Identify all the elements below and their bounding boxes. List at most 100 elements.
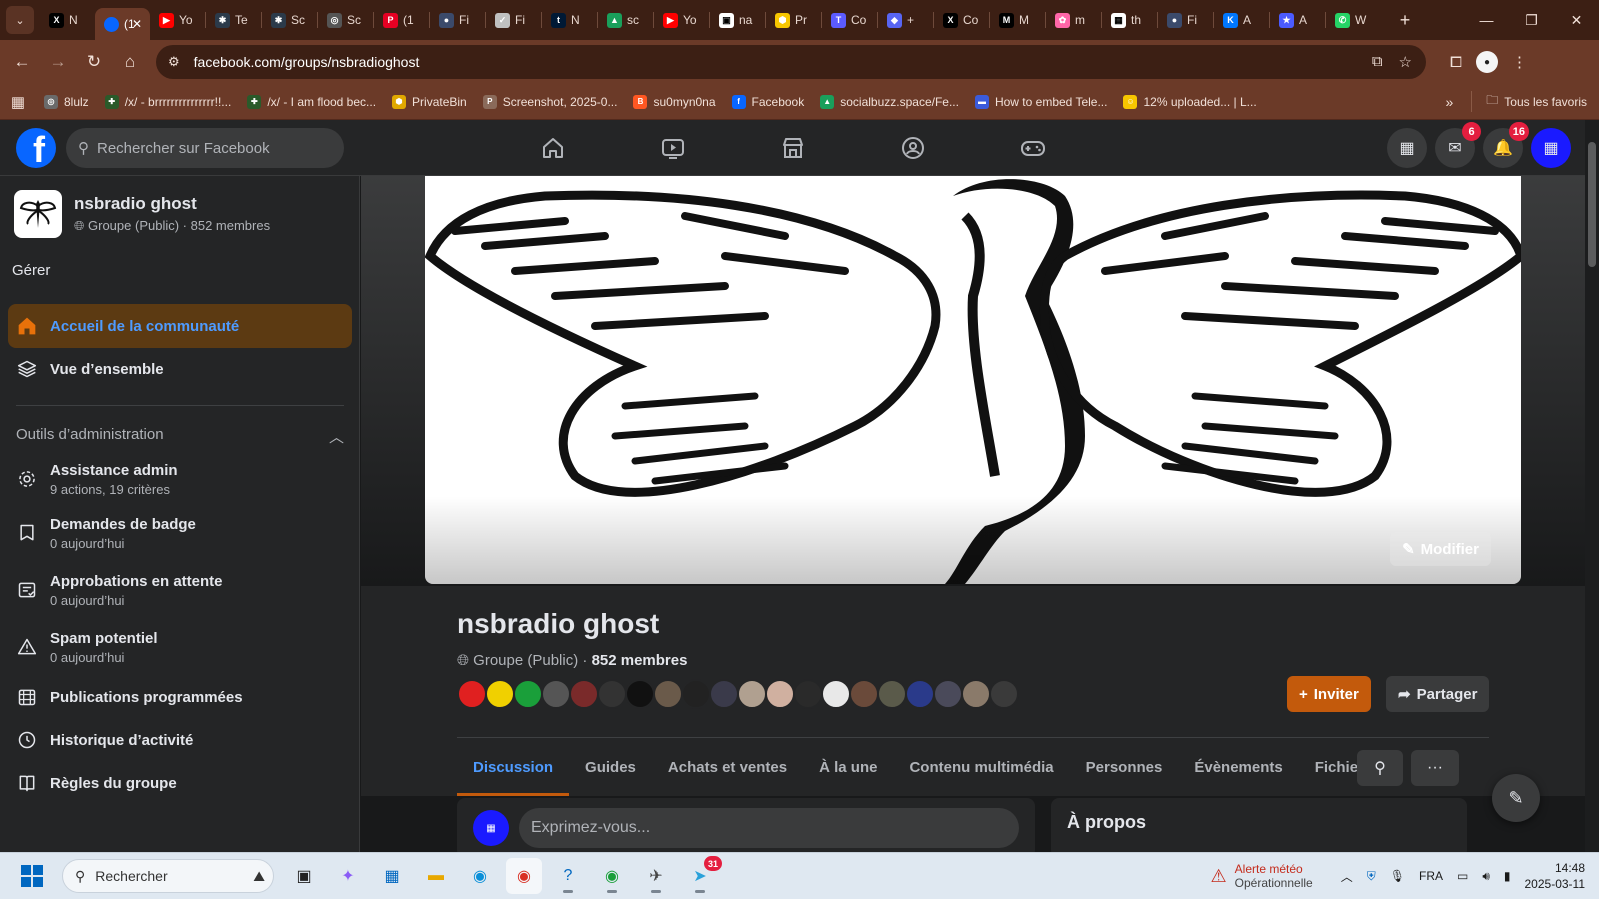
bookmark-item[interactable]: ☺ 12% uploaded... | L... [1115, 94, 1264, 109]
sidebar-item-potential-spam[interactable]: Spam potentiel 0 aujourd’hui [8, 626, 352, 668]
member-avatar[interactable] [625, 679, 655, 709]
page-scrollbar-thumb[interactable] [1588, 142, 1596, 267]
start-button[interactable] [10, 856, 54, 896]
facebook-search-input[interactable] [97, 139, 317, 157]
bookmark-item[interactable]: ▲ socialbuzz.space/Fe... [812, 94, 967, 109]
member-avatar[interactable] [597, 679, 627, 709]
sidebar-item-badge-requests[interactable]: Demandes de badge 0 aujourd’hui [8, 512, 352, 554]
group-privacy[interactable]: Groupe (Public) [473, 652, 578, 669]
weather-alert[interactable]: ⚠ Alerte météo Opérationnelle [1211, 862, 1313, 890]
group-tab[interactable]: Contenu multimédia [893, 738, 1069, 796]
menu-grid-icon[interactable]: ▦ [1387, 128, 1427, 168]
all-bookmarks-button[interactable]: 🗀 Tous les favoris [1471, 91, 1599, 112]
member-avatar[interactable] [989, 679, 1019, 709]
taskbar-search[interactable]: ⚲ Rechercher ⛰ [62, 859, 274, 893]
security-shield-icon[interactable]: ⛨ [1367, 869, 1376, 884]
copilot-icon[interactable]: ✦ [330, 858, 366, 894]
browser-tab[interactable]: T Co [822, 4, 877, 36]
browser-tab[interactable]: X Co [934, 4, 989, 36]
member-avatar[interactable] [681, 679, 711, 709]
sidebar-item-pending-approvals[interactable]: Approbations en attente 0 aujourd’hui [8, 569, 352, 611]
maximize-icon[interactable]: ❐ [1509, 0, 1554, 40]
chevron-up-icon[interactable]: ︿ [1341, 868, 1353, 885]
bookmark-item[interactable]: ✚ /x/ - brrrrrrrrrrrrrrr!!... [97, 94, 240, 109]
group-member-count[interactable]: 852 membres [592, 652, 688, 669]
member-avatar[interactable] [849, 679, 879, 709]
browser-tab[interactable]: ▲ sc [598, 4, 653, 36]
bookmark-item[interactable]: P Screenshot, 2025-0... [475, 94, 626, 109]
group-tab[interactable]: Personnes [1070, 738, 1179, 796]
account-avatar[interactable]: ▦ [1531, 128, 1571, 168]
share-button[interactable]: ➦ Partager [1386, 676, 1490, 712]
group-search-button[interactable]: ⚲ [1357, 750, 1403, 786]
browser-tab[interactable]: MM [990, 4, 1045, 36]
nav-home[interactable] [493, 120, 613, 176]
admin-tools-section-header[interactable]: Outils d’administration ︿ [16, 426, 344, 447]
home-icon[interactable]: ⌂ [112, 44, 148, 80]
chrome-icon[interactable]: ◉ [506, 858, 542, 894]
browser-tab[interactable]: ▦ th [1102, 4, 1157, 36]
chevron-up-icon[interactable]: ︿ [329, 426, 344, 447]
notifications-bell-icon[interactable]: 🔔 16 [1483, 122, 1529, 168]
profile-avatar[interactable]: ● [1476, 51, 1499, 73]
member-avatar[interactable] [569, 679, 599, 709]
reload-icon[interactable]: ↻ [76, 44, 112, 80]
back-icon[interactable]: ← [4, 44, 40, 80]
sidebar-item-group-rules[interactable]: Règles du groupe [8, 762, 352, 804]
composer-input[interactable]: Exprimez-vous... [519, 808, 1019, 848]
browser-tab[interactable]: ◎ Sc [318, 4, 373, 36]
sidebar-item-activity-log[interactable]: Historique d’activité [8, 719, 352, 761]
edge-icon[interactable]: ◉ [462, 858, 498, 894]
member-avatar[interactable] [765, 679, 795, 709]
new-message-button[interactable]: ✎ [1492, 774, 1540, 822]
member-avatar[interactable] [933, 679, 963, 709]
chrome-profile-icon[interactable]: ◉ [594, 858, 630, 894]
browser-tab[interactable]: XN [40, 4, 95, 36]
member-avatar[interactable] [961, 679, 991, 709]
member-avatar[interactable] [905, 679, 935, 709]
battery-icon[interactable]: ▮ [1504, 869, 1511, 883]
browser-tab[interactable]: ● Fi [1158, 4, 1213, 36]
bookmark-item[interactable]: ⬢ PrivateBin [384, 94, 475, 109]
member-avatar[interactable] [513, 679, 543, 709]
bookmark-item[interactable]: ✚ /x/ - I am flood bec... [239, 94, 384, 109]
task-view-icon[interactable]: ▣ [286, 858, 322, 894]
cover-photo[interactable]: ✎ Modifier [425, 176, 1521, 584]
file-explorer-icon[interactable]: ▬ [418, 858, 454, 894]
browser-tab[interactable]: tN [542, 4, 597, 36]
member-avatar[interactable] [737, 679, 767, 709]
nav-gaming[interactable] [973, 120, 1093, 176]
new-tab-button[interactable]: + [1391, 10, 1419, 31]
browser-tab[interactable]: KA [1214, 4, 1269, 36]
group-tab[interactable]: Achats et ventes [652, 738, 803, 796]
bookmark-item[interactable]: ◎ 8lulz [36, 94, 97, 109]
microphone-icon[interactable]: 🎙︎ [1390, 869, 1405, 883]
member-avatar[interactable] [485, 679, 515, 709]
bookmark-item[interactable]: ▬ How to embed Tele... [967, 94, 1116, 109]
member-avatar[interactable] [877, 679, 907, 709]
nav-video[interactable] [613, 120, 733, 176]
member-avatar[interactable] [821, 679, 851, 709]
member-avatar[interactable] [457, 679, 487, 709]
sidebar-group-header[interactable]: nsbradio ghost 🌐︎ Groupe (Public) · 852 … [14, 190, 270, 238]
bookmark-item[interactable]: Bsu0myn0na [625, 94, 723, 109]
telegram-icon[interactable]: ➤ 31 [682, 856, 722, 894]
address-bar[interactable]: ⚙ facebook.com/groups/nsbradioghost ⧉ ☆ [156, 45, 1426, 79]
member-avatar[interactable] [709, 679, 739, 709]
group-more-button[interactable]: ··· [1411, 750, 1459, 786]
group-tab[interactable]: À la une [803, 738, 893, 796]
volume-icon[interactable]: 🔊︎ [1482, 869, 1490, 884]
bookmarks-overflow-button[interactable]: » [1445, 94, 1471, 110]
group-tab[interactable]: Discussion [457, 738, 570, 796]
tab-search-button[interactable]: ⌄ [6, 6, 34, 34]
messenger-icon[interactable]: ✉ 6 [1435, 122, 1481, 168]
browser-tab[interactable]: ✆ W [1326, 4, 1381, 36]
nav-groups[interactable] [853, 120, 973, 176]
facebook-logo-icon[interactable]: f [16, 128, 56, 168]
browser-tab[interactable]: ▶ Yo [150, 4, 205, 36]
sidebar-item-admin-assist[interactable]: Assistance admin 9 actions, 19 critères [8, 458, 352, 500]
invite-button[interactable]: + Inviter [1287, 676, 1371, 712]
close-window-icon[interactable]: ✕ [1554, 0, 1599, 40]
language-indicator[interactable]: FRA [1419, 869, 1443, 883]
browser-tab[interactable]: (1 ✕ [95, 8, 150, 40]
